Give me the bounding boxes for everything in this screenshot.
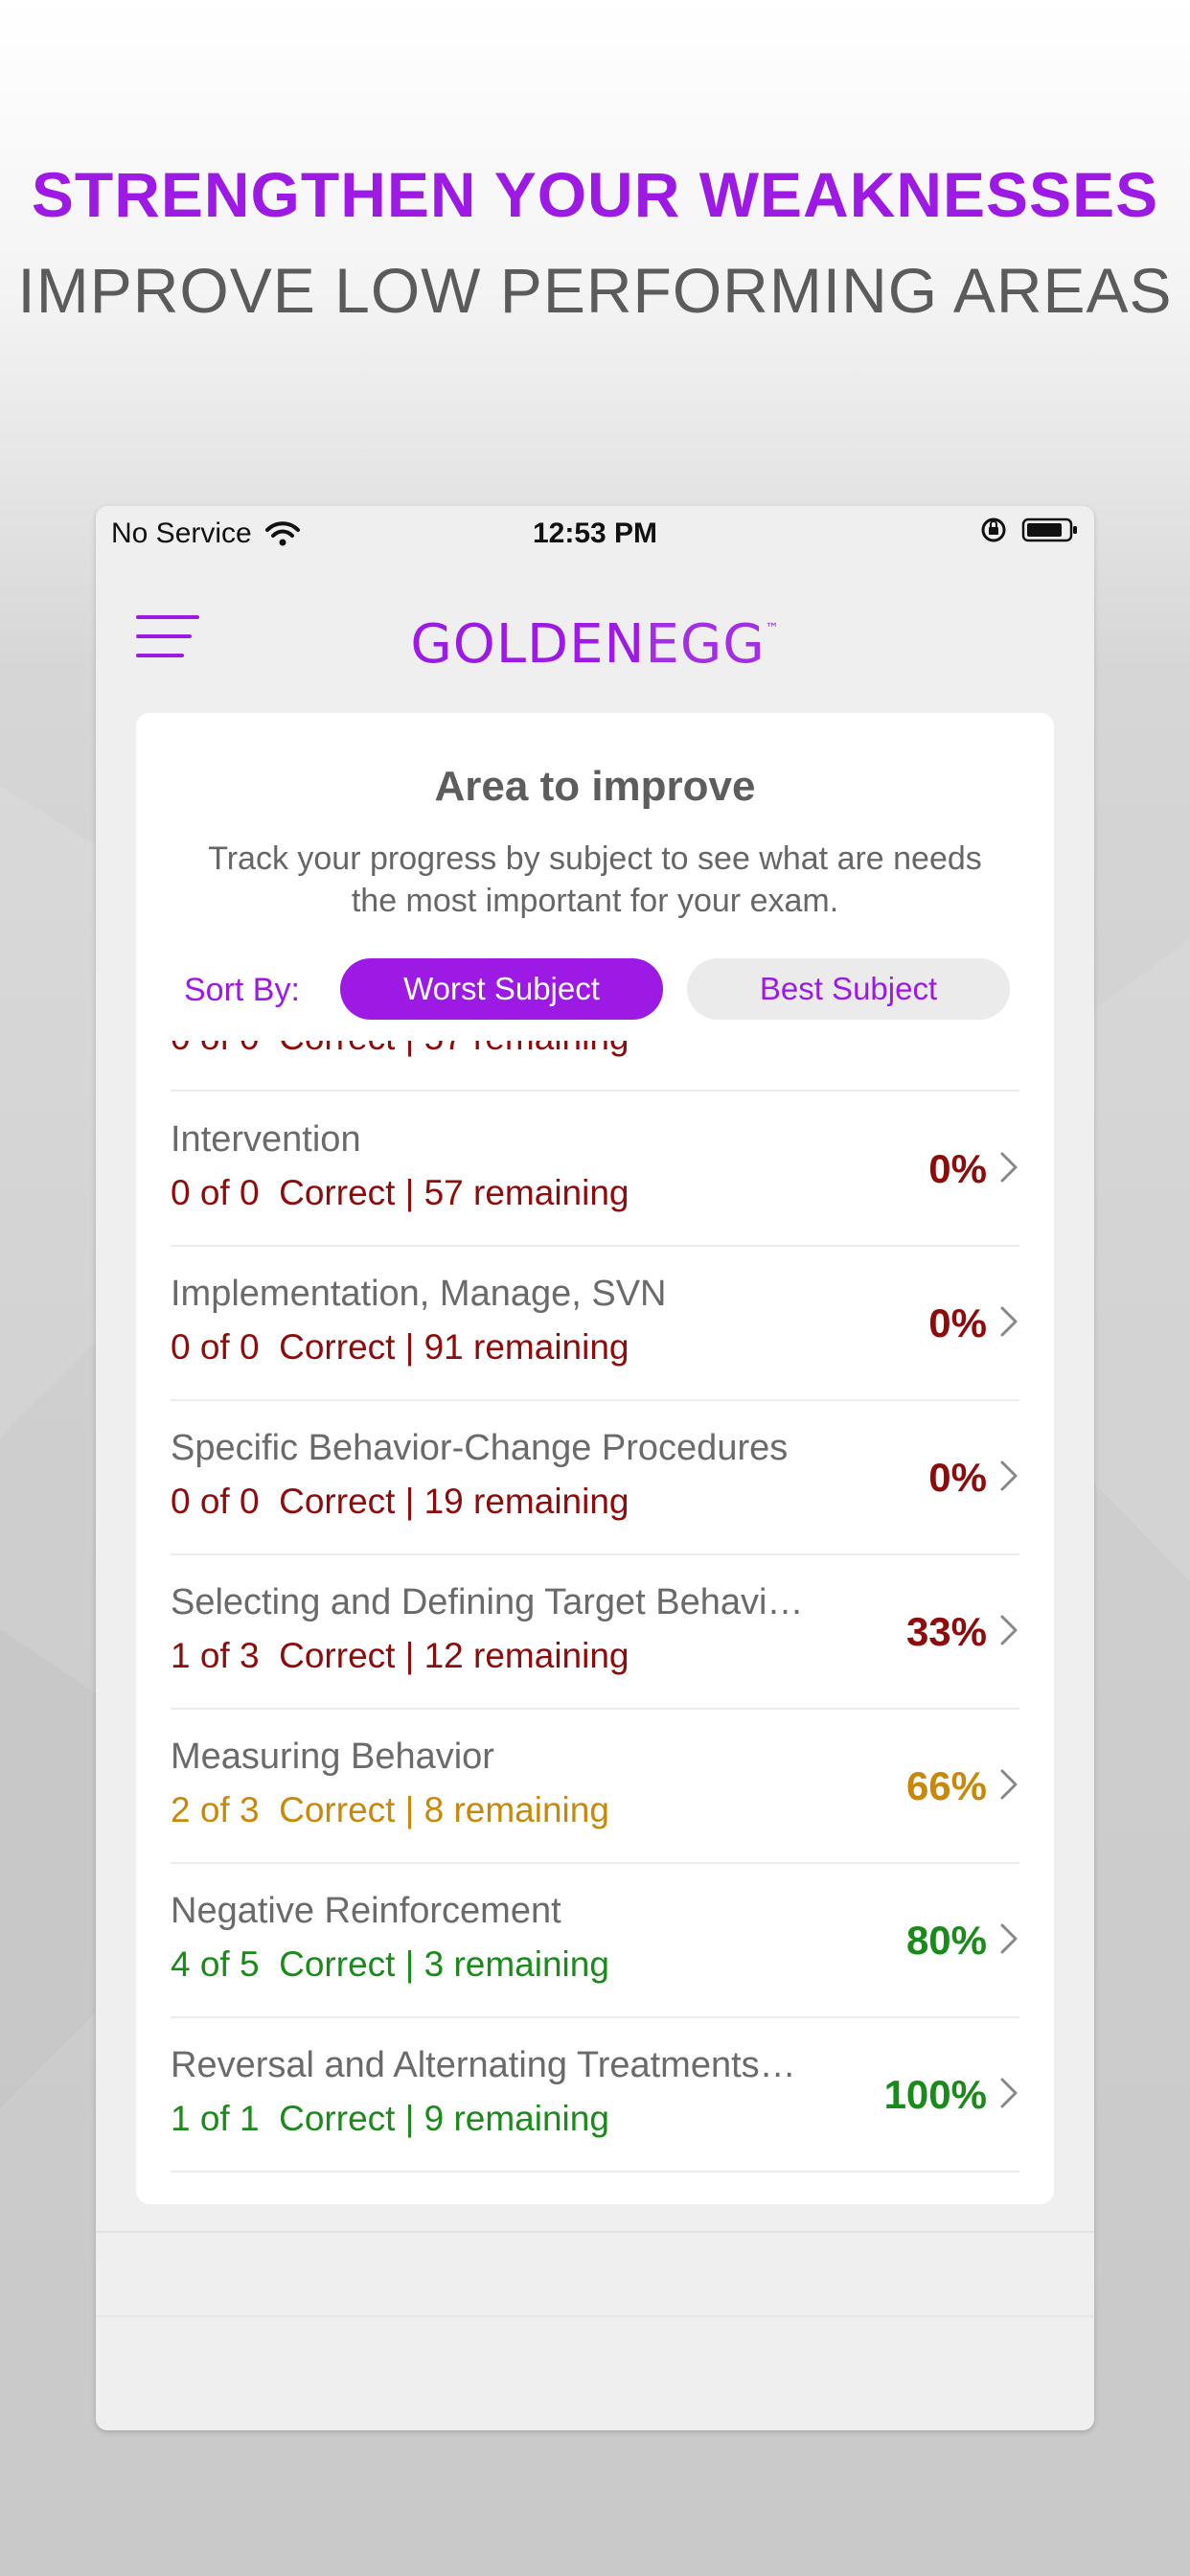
list-item[interactable]: Reversal and Alternating Treatments… 1 o… [171, 2016, 1019, 2173]
headline-title: STRENGTHEN YOUR WEAKNESSES [31, 159, 1159, 230]
logo-light: EGG [645, 613, 766, 676]
list-item-title: Measuring Behavior [171, 1736, 494, 1777]
status-bar: No Service 12:53 PM [96, 506, 1094, 560]
list-item-percent: 66% [905, 1763, 987, 1808]
list-item[interactable]: Implementation, Manage, SVN 0 of 0 Corre… [171, 1245, 1019, 1401]
divider [96, 2231, 1094, 2233]
list-item-title: Specific Behavior-Change Procedures [171, 1428, 789, 1468]
list-item[interactable]: Measuring Behavior 2 of 3 Correct | 8 re… [171, 1708, 1019, 1864]
logo-trademark: ™ [765, 621, 780, 636]
list-item-percent: 0% [928, 1300, 987, 1346]
list-item-percent: 80% [905, 1918, 987, 1963]
list-item[interactable]: Intervention 0 of 0 Correct | 57 remaini… [171, 1091, 1019, 1247]
chevron-right-icon [1000, 1460, 1018, 1491]
chevron-right-icon [1000, 1923, 1018, 1954]
list-item-sub: 0 of 0 Correct | 19 remaining [171, 1482, 629, 1521]
chevron-right-icon [1000, 2078, 1018, 2108]
list-item-title: Selecting and Defining Target Behavi… [171, 1582, 804, 1622]
list-item-sub: 2 of 3 Correct | 8 remaining [171, 1790, 609, 1829]
headline-subtitle: IMPROVE LOW PERFORMING AREAS [17, 255, 1173, 326]
card-title: Area to improve [434, 763, 756, 810]
chevron-right-icon [1000, 1152, 1018, 1183]
area-to-improve-card: Area to improve Track your progress by s… [136, 713, 1054, 2204]
list-item[interactable]: Selecting and Defining Target Behavi… 1 … [171, 1553, 1019, 1710]
list-item[interactable]: Negative Reinforcement 4 of 5 Correct | … [171, 1862, 1019, 2018]
phone-screen: No Service 12:53 PM GOLDENEGG™ Area to i… [96, 506, 1094, 2430]
list-item[interactable]: Specific Behavior-Change Procedures 0 of… [171, 1399, 1019, 1555]
list-item-sub: 0 of 0 Correct | 57 remaining [171, 1173, 629, 1212]
list-item-sub: 1 of 1 Correct | 9 remaining [171, 2099, 609, 2138]
sort-best-subject-button[interactable]: Best Subject [687, 958, 1010, 1020]
subject-list[interactable]: 0 of 0 Correct | 57 remaining Interventi… [171, 1041, 1019, 2204]
chevron-right-icon [1000, 1769, 1018, 1800]
chevron-right-icon [1000, 1615, 1018, 1645]
logo-bold: GOLDEN [410, 613, 646, 676]
status-right [979, 516, 1079, 544]
list-item-title: Intervention [171, 1119, 361, 1160]
card-description: Track your progress by subject to see wh… [208, 840, 982, 919]
status-time: 12:53 PM [532, 518, 658, 549]
list-item-percent: 33% [905, 1609, 987, 1654]
list-item-partial[interactable]: 0 of 0 Correct | 57 remaining [171, 1041, 1019, 1092]
list-item-percent: 100% [883, 2072, 987, 2117]
list-item-title: Implementation, Manage, SVN [171, 1274, 667, 1314]
chevron-right-icon [1000, 1306, 1018, 1337]
rotation-lock-icon [981, 518, 1006, 542]
list-item-sub: 0 of 0 Correct | 91 remaining [171, 1327, 629, 1367]
battery-icon [1021, 518, 1077, 542]
list-item-sub: 1 of 3 Correct | 12 remaining [171, 1636, 629, 1675]
divider [96, 2315, 1094, 2317]
list-item-percent: 0% [928, 1455, 987, 1500]
list-item-title: Negative Reinforcement [171, 1891, 561, 1931]
sort-row: Sort By: Worst Subject Best Subject [136, 958, 1054, 1020]
nav-bar: GOLDENEGG™ [96, 583, 1094, 688]
sort-label: Sort By: [184, 972, 300, 1008]
sort-worst-subject-button[interactable]: Worst Subject [340, 958, 663, 1020]
app-logo: GOLDENEGG™ [96, 613, 1094, 676]
list-item-percent: 0% [928, 1146, 987, 1191]
list-item-title: Reversal and Alternating Treatments… [171, 2045, 796, 2085]
list-item-sub: 4 of 5 Correct | 3 remaining [171, 1944, 609, 1984]
list-item-sub: 0 of 0 Correct | 57 remaining [171, 1041, 629, 1058]
